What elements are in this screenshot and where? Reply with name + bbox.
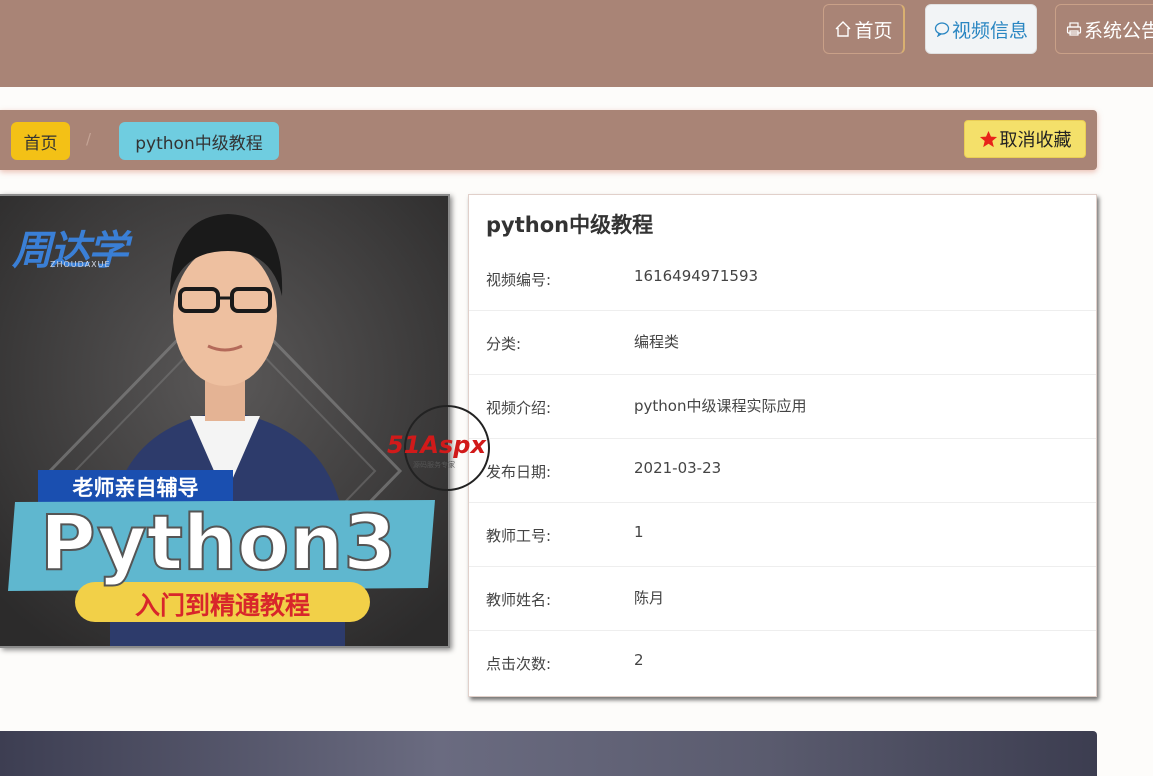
detail-value: 1 <box>634 523 644 541</box>
watermark-text: 51Aspx <box>387 431 486 459</box>
detail-label: 教师姓名: <box>486 591 552 609</box>
nav-home-button[interactable]: 首页 <box>823 4 905 54</box>
detail-value: 编程类 <box>634 333 680 351</box>
breadcrumb-current: python中级教程 <box>119 122 279 160</box>
detail-row: 点击次数: 2 <box>469 631 1096 695</box>
bottom-banner <box>0 731 1097 776</box>
detail-label: 教师工号: <box>486 527 552 545</box>
nav-home-label: 首页 <box>854 19 893 42</box>
detail-value: python中级课程实际应用 <box>634 397 807 415</box>
video-detail-panel: python中级教程 视频编号: 1616494971593 分类: 编程类 视… <box>468 194 1097 697</box>
printer-icon <box>1066 22 1082 36</box>
video-cover-image: 周达学 ZHOUDAXUE 老师亲自辅导 Python3 入门到精通教程 <box>0 194 450 648</box>
breadcrumb-home-link[interactable]: 首页 <box>11 122 70 160</box>
watermark-text-label: 51Aspx <box>387 431 486 459</box>
cover-sub-text: 入门到精通教程 <box>134 591 310 620</box>
detail-value: 1616494971593 <box>634 267 759 285</box>
video-title: python中级教程 <box>486 213 654 237</box>
nav-system-notice-button[interactable]: 系统公告 <box>1055 4 1153 54</box>
detail-row: 视频编号: 1616494971593 <box>469 247 1096 311</box>
nav-system-notice-label: 系统公告 <box>1084 19 1153 42</box>
nav-video-info-button[interactable]: 视频信息 <box>925 4 1037 54</box>
watermark-logo: 51Aspx 源码服务专家 <box>385 403 515 493</box>
detail-label: 视频编号: <box>486 271 552 289</box>
detail-row: 视频介绍: python中级课程实际应用 <box>469 375 1096 439</box>
detail-value: 2 <box>634 651 644 669</box>
breadcrumb-separator: / <box>86 130 92 148</box>
unfavorite-button[interactable]: 取消收藏 <box>964 120 1086 158</box>
detail-row: 分类: 编程类 <box>469 311 1096 375</box>
breadcrumb: 首页 / python中级教程 取消收藏 <box>0 110 1097 170</box>
star-icon <box>979 130 997 147</box>
watermark-sub: 源码服务专家 <box>413 461 455 469</box>
chat-bubble-icon <box>934 22 950 37</box>
unfavorite-label: 取消收藏 <box>999 130 1072 151</box>
cover-big-text: Python3 <box>39 497 397 588</box>
home-icon <box>835 21 851 37</box>
detail-value: 陈月 <box>634 589 665 607</box>
top-nav-bar: 首页 视频信息 系统公告 <box>0 0 1153 87</box>
cover-brand-sub: ZHOUDAXUE <box>50 260 111 269</box>
detail-row: 发布日期: 2021-03-23 <box>469 439 1096 503</box>
detail-row: 教师工号: 1 <box>469 503 1096 567</box>
detail-label: 分类: <box>486 335 522 353</box>
detail-value: 2021-03-23 <box>634 459 722 477</box>
nav-video-info-label: 视频信息 <box>951 19 1028 42</box>
detail-row: 教师姓名: 陈月 <box>469 567 1096 631</box>
detail-label: 点击次数: <box>486 655 552 673</box>
